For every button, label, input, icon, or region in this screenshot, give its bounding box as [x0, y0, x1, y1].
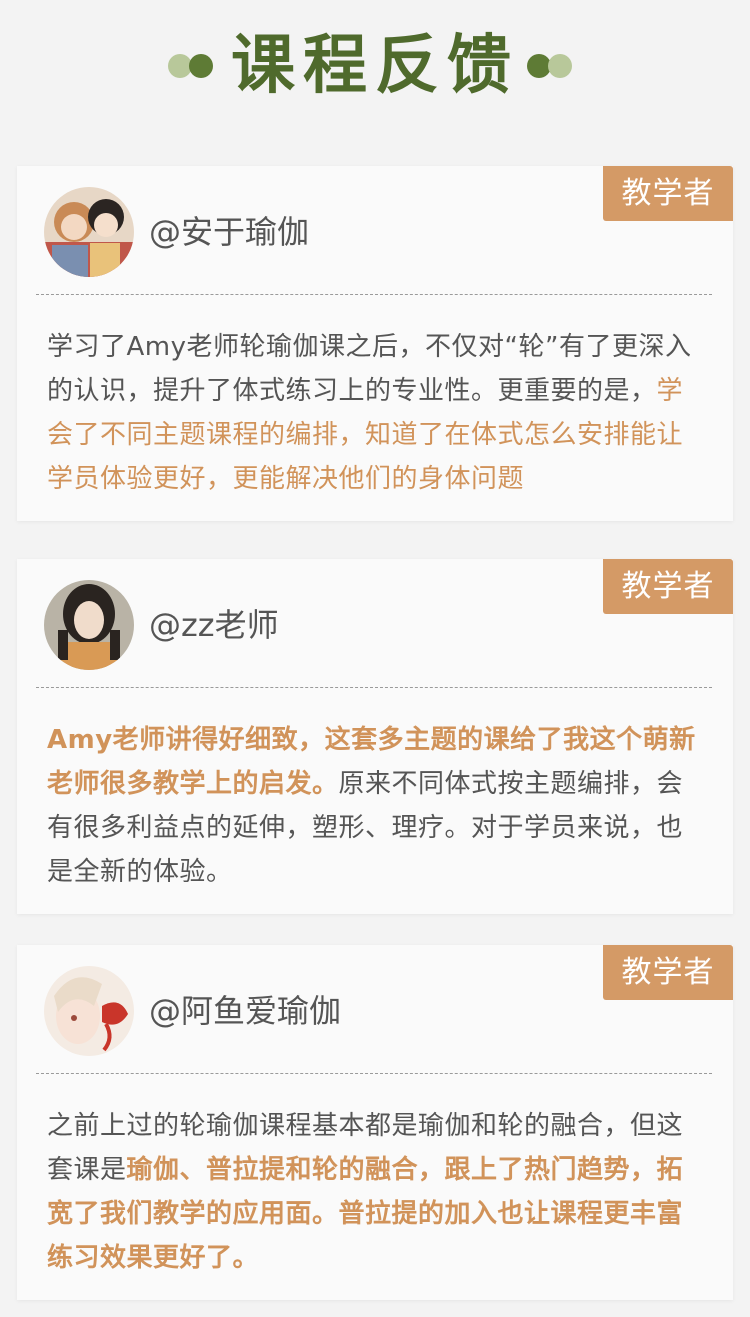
review-text: 之前上过的轮瑜伽课程基本都是瑜伽和轮的融合，但这套课是瑜伽、普拉提和轮的融合，跟…	[47, 1104, 709, 1280]
review-card: 教学者 @阿鱼爱瑜伽 之前上过的轮瑜伽课程基本都是瑜伽和轮的融合，但这套课是瑜伽…	[17, 945, 733, 1300]
decorative-dots-right	[527, 51, 575, 81]
dashed-divider	[36, 1073, 712, 1074]
page-title: 课程反馈	[231, 29, 519, 103]
username: @阿鱼爱瑜伽	[149, 992, 342, 1030]
review-text-highlight: 瑜伽、普拉提和轮的融合，跟上了热门趋势，拓宽了我们教学的应用面。普拉提的加入也让…	[47, 1155, 684, 1273]
avatar	[44, 187, 134, 277]
review-card: 教学者 @安于瑜伽 学习了Amy老师轮瑜伽课之后，不仅对“轮”有了更深入的认识，…	[17, 166, 733, 521]
review-text-segment: 学习了Amy老师轮瑜伽课之后，不仅对“轮”有了更深入的认识，提升了体式练习上的专…	[47, 332, 692, 406]
header: 课程反馈	[0, 0, 750, 140]
role-badge: 教学者	[603, 166, 733, 221]
review-card: 教学者 @zz老师 Amy老师讲得好细致，这套多主题的课给了我这个萌新老师很多教…	[17, 559, 733, 914]
avatar	[44, 580, 134, 670]
username: @安于瑜伽	[149, 213, 310, 251]
role-badge: 教学者	[603, 559, 733, 614]
dashed-divider	[36, 687, 712, 688]
avatar	[44, 966, 134, 1056]
dashed-divider	[36, 294, 712, 295]
username: @zz老师	[149, 606, 279, 644]
review-text: 学习了Amy老师轮瑜伽课之后，不仅对“轮”有了更深入的认识，提升了体式练习上的专…	[47, 325, 709, 501]
role-badge: 教学者	[603, 945, 733, 1000]
review-text: Amy老师讲得好细致，这套多主题的课给了我这个萌新老师很多教学上的启发。原来不同…	[47, 718, 709, 894]
